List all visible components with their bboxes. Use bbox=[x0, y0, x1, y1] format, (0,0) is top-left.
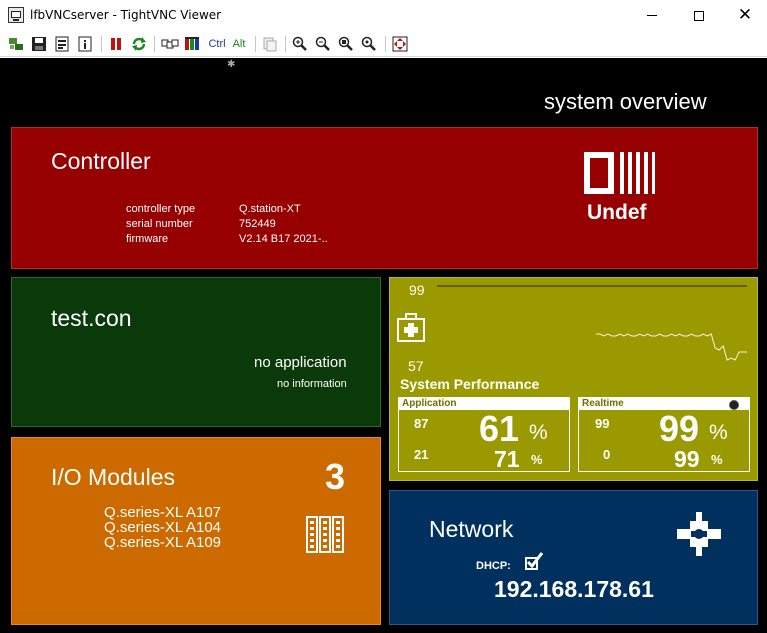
io-modules-icon bbox=[306, 516, 344, 553]
refresh-icon[interactable] bbox=[131, 36, 147, 52]
app-load-value: 61 bbox=[479, 408, 520, 449]
medical-kit-icon bbox=[397, 313, 425, 342]
rt-top-left-value: 99 bbox=[595, 416, 610, 431]
application-info: no information bbox=[277, 378, 347, 390]
toolbar-separator bbox=[385, 36, 386, 52]
firmware-label: firmware bbox=[126, 233, 169, 245]
perf-min-label: 57 bbox=[408, 358, 424, 374]
maximize-button[interactable] bbox=[676, 0, 722, 31]
maximize-icon bbox=[694, 10, 704, 21]
rt-peak-value: 99 bbox=[674, 446, 700, 472]
zoom-out-icon[interactable] bbox=[315, 36, 331, 52]
toolbar-separator bbox=[285, 36, 286, 52]
controller-logo-icon bbox=[584, 152, 657, 194]
options-icon[interactable] bbox=[54, 36, 70, 52]
application-status: no application bbox=[254, 354, 347, 371]
fullscreen-icon[interactable] bbox=[392, 36, 408, 52]
application-panel[interactable] bbox=[11, 277, 381, 427]
app-load-unit: % bbox=[529, 421, 548, 444]
rt-load-unit: % bbox=[709, 421, 728, 444]
performance-history-chart bbox=[437, 285, 747, 361]
save-icon[interactable] bbox=[31, 36, 47, 52]
alt-key[interactable]: Alt bbox=[230, 36, 248, 52]
toolbar-separator bbox=[101, 36, 102, 52]
app-peak-value: 71 bbox=[494, 446, 520, 472]
io-module-item: Q.series-XL A109 bbox=[104, 534, 222, 551]
system-performance-label: System Performance bbox=[400, 376, 540, 392]
clipboard-icon[interactable] bbox=[262, 36, 278, 52]
close-button[interactable]: ✕ bbox=[722, 0, 767, 31]
perf-max-label: 99 bbox=[409, 282, 425, 298]
application-title: test.con bbox=[51, 305, 132, 331]
zoom-fit-icon[interactable] bbox=[361, 36, 377, 52]
rt-load-value: 99 bbox=[659, 408, 700, 449]
ctrl-alt-del-icon[interactable] bbox=[161, 36, 179, 52]
controller-type-label: controller type bbox=[126, 203, 196, 215]
info-icon[interactable] bbox=[77, 36, 93, 52]
firmware-value: V2.14 B17 2021-.. bbox=[239, 233, 328, 245]
window-titlebar: lfbVNCserver - TightVNC Viewer ✕ bbox=[0, 0, 767, 31]
zoom-in-icon[interactable] bbox=[292, 36, 308, 52]
network-title: Network bbox=[429, 516, 514, 542]
dhcp-label: DHCP: bbox=[476, 560, 511, 572]
network-connector-icon bbox=[677, 512, 721, 556]
ctrl-key[interactable]: Ctrl bbox=[206, 36, 228, 52]
io-modules-title: I/O Modules bbox=[51, 464, 175, 490]
minimize-button[interactable] bbox=[629, 0, 675, 31]
ip-address: 192.168.178.61 bbox=[494, 576, 654, 602]
new-connection-icon[interactable] bbox=[8, 36, 24, 52]
dhcp-checkbox-icon bbox=[525, 552, 544, 570]
app-top-left-value: 87 bbox=[414, 416, 429, 431]
page-title: system overview bbox=[544, 89, 707, 114]
app-peak-unit: % bbox=[531, 452, 543, 467]
viewer-toolbar: Ctrl Alt bbox=[0, 31, 767, 57]
rt-bottom-left-value: 0 bbox=[603, 447, 611, 462]
close-icon: ✕ bbox=[737, 5, 753, 25]
tightvnc-app-icon[interactable] bbox=[8, 7, 24, 23]
rt-peak-unit: % bbox=[711, 452, 723, 467]
ctrl-esc-icon[interactable] bbox=[184, 36, 202, 52]
zoom-100-icon[interactable] bbox=[338, 36, 354, 52]
perf-history-line bbox=[596, 333, 747, 361]
controller-status: Undef bbox=[587, 201, 647, 224]
pause-icon[interactable] bbox=[108, 36, 124, 52]
realtime-status-dot bbox=[729, 400, 739, 410]
controller-type-value: Q.station-XT bbox=[239, 203, 301, 215]
app-bottom-left-value: 21 bbox=[414, 447, 429, 462]
remote-cursor-icon: ✱ bbox=[227, 59, 236, 70]
window-title: lfbVNCserver - TightVNC Viewer bbox=[30, 8, 222, 22]
serial-number-value: 752449 bbox=[239, 218, 276, 230]
controller-title: Controller bbox=[51, 148, 151, 174]
minimize-icon bbox=[647, 15, 657, 16]
toolbar-separator bbox=[154, 36, 155, 52]
io-module-count: 3 bbox=[325, 456, 346, 497]
serial-number-label: serial number bbox=[126, 218, 193, 230]
toolbar-separator bbox=[255, 36, 256, 52]
